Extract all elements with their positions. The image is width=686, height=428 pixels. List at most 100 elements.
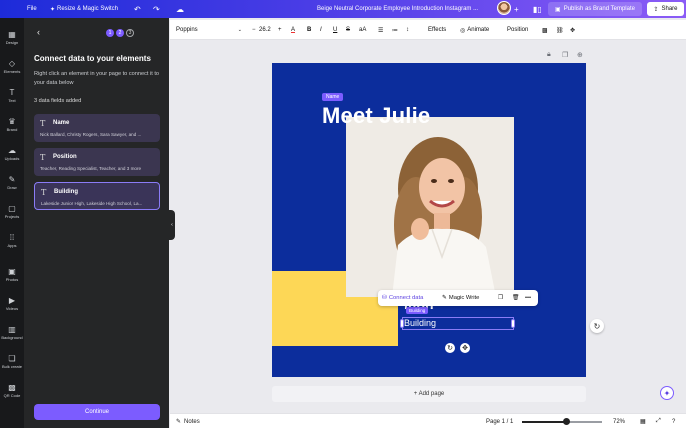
field-name: Building [54,189,78,195]
list-icon[interactable]: ≔ [392,20,398,40]
projects-icon: ▢ [8,204,16,213]
italic-icon[interactable]: I [320,20,322,40]
publish-brand-template-button[interactable]: ▣ Publish as Brand Template [548,2,642,16]
link-icon[interactable]: ⛓ [556,20,564,40]
fields-count: 3 data fields added [34,98,82,104]
step-indicator: 1 2 3 [106,29,134,37]
bottom-bar: ✎ Notes Page 1 / 1 72% ▦ ⤢ ? [170,413,686,428]
strikethrough-icon[interactable]: S [346,20,350,40]
letter-case-icon[interactable]: aA [359,20,366,40]
rail-item-design[interactable]: ▦ Design [0,26,24,52]
avatar[interactable] [497,1,511,15]
collapse-panel-handle[interactable]: ‹ [169,210,175,240]
photos-icon: ▣ [8,267,16,276]
design-page[interactable]: Name Meet Julie ition Building Building … [272,63,586,377]
animate-button[interactable]: ◎ Animate [460,20,489,40]
duplicate-page-icon[interactable]: ❐ [562,51,568,59]
plus-icon[interactable]: + [514,0,519,18]
bulk-create-icon: ❏ [8,354,16,363]
copy-icon[interactable]: ❐ [498,290,503,306]
spacing-icon[interactable]: ↕ [406,20,409,40]
lock-icon[interactable]: 🔒︎ [547,51,551,59]
analytics-icon[interactable]: ▮▯ [533,0,542,18]
fullscreen-icon[interactable]: ⤢ [656,414,661,428]
zoom-level[interactable]: 72% [613,414,625,428]
data-field-building[interactable]: T Building Lakeside Junior High, Lakesid… [34,182,160,210]
text-color-icon[interactable]: A [291,20,295,40]
rail-item-photos[interactable]: ▣ Photos [0,263,24,289]
rail-item-elements[interactable]: ◇ Elements [0,55,24,81]
brand-icon: ♛ [8,117,16,126]
rail-item-brand[interactable]: ♛ Brand [0,113,24,139]
resize-handle-left[interactable] [400,319,404,328]
transparency-icon[interactable]: ▩ [542,20,548,40]
connect-data-button[interactable]: ⛁ Connect data [382,290,423,306]
magic-assistant-icon[interactable]: ✦ [660,386,674,400]
magic-wand-icon: ✎ [442,295,447,301]
rail-item-videos[interactable]: ▶ Videos [0,292,24,318]
font-selector[interactable]: Poppins ⌄ [176,20,246,40]
magic-write-button[interactable]: ✎ Magic Write [442,290,479,306]
rail-item-bulk-create[interactable]: ❏ Bulk create [0,350,24,376]
woman-photo [346,117,514,297]
move-icon[interactable]: ✥ [460,343,470,353]
bulk-create-panel: ‹ 1 2 3 Connect data to your elements Ri… [24,18,169,428]
document-title[interactable]: Beige Neutral Corporate Employee Introdu… [317,0,478,18]
file-menu[interactable]: File [27,0,37,18]
font-size-increase[interactable]: + [278,20,282,40]
headline-text[interactable]: Meet Julie [322,103,430,129]
data-field-name[interactable]: T Name Nick Ballard, Christy Rogers, Sar… [34,114,160,142]
profile-photo[interactable] [346,117,514,297]
rail-item-uploads[interactable]: ☁ Uploads [0,142,24,168]
field-values: Teacher, Reading Specialist, Teacher, an… [40,166,142,171]
more-icon[interactable]: ••• [525,290,531,306]
add-page-icon[interactable]: ⊕ [577,51,583,59]
text-field-icon: T [41,188,47,197]
rail-item-background[interactable]: ▥ Background [0,321,24,347]
share-icon: ⇪ [653,6,659,13]
zoom-slider-knob[interactable] [562,418,570,425]
chevron-down-icon: ⌄ [237,27,242,33]
building-text-box[interactable]: Building [402,317,514,330]
notes-icon: ✎ [176,419,182,425]
rail-item-text[interactable]: T Text [0,84,24,110]
background-icon: ▥ [8,325,16,334]
page-indicator[interactable]: Page 1 / 1 [486,414,513,428]
cloud-icon[interactable]: ☁ [176,0,184,18]
position-button[interactable]: Position [507,20,528,40]
effects-button[interactable]: Effects [428,20,446,40]
top-bar: File ✦ Resize & Magic Switch ↶ ↷ ☁ Beige… [0,0,686,18]
rail-item-apps[interactable]: ⁞⁞ Apps [0,229,24,255]
font-name: Poppins [176,27,198,33]
paint-format-icon[interactable]: ✥ [570,20,575,40]
undo-icon[interactable]: ↶ [134,0,141,18]
resize-button[interactable]: Resize & Magic Switch [57,0,118,18]
font-size-decrease[interactable]: − [252,20,256,40]
share-button[interactable]: ⇪ Share [647,2,684,16]
field-name: Position [53,154,77,160]
notes-button[interactable]: ✎ Notes [176,414,200,428]
bold-icon[interactable]: B [307,20,311,40]
redo-icon[interactable]: ↷ [153,0,160,18]
refresh-icon[interactable]: ↻ [590,319,604,333]
back-arrow-icon[interactable]: ‹ [37,27,40,37]
continue-button[interactable]: Continue [34,404,160,420]
underline-icon[interactable]: U [333,20,337,40]
grid-view-icon[interactable]: ▦ [640,414,646,428]
text-field-icon: T [40,153,46,162]
data-field-position[interactable]: T Position Teacher, Reading Specialist, … [34,148,160,176]
uploads-icon: ☁ [8,146,16,155]
rotate-icon[interactable]: ↻ [445,343,455,353]
trash-icon[interactable]: 🗑︎ [512,290,519,306]
add-page-button[interactable]: + Add page [272,386,586,402]
database-icon: ⛁ [382,295,387,301]
rail-item-projects[interactable]: ▢ Projects [0,200,24,226]
help-icon[interactable]: ? [672,414,675,428]
zoom-slider[interactable] [522,418,602,425]
align-icon[interactable]: ☰ [378,20,383,40]
rail-item-draw[interactable]: ✎ Draw [0,171,24,197]
rail-item-qr-code[interactable]: ▩ QR Code [0,379,24,405]
font-size-input[interactable]: 26.2 [259,20,271,40]
name-data-tag: Name [322,93,344,101]
resize-handle-right[interactable] [511,319,515,328]
